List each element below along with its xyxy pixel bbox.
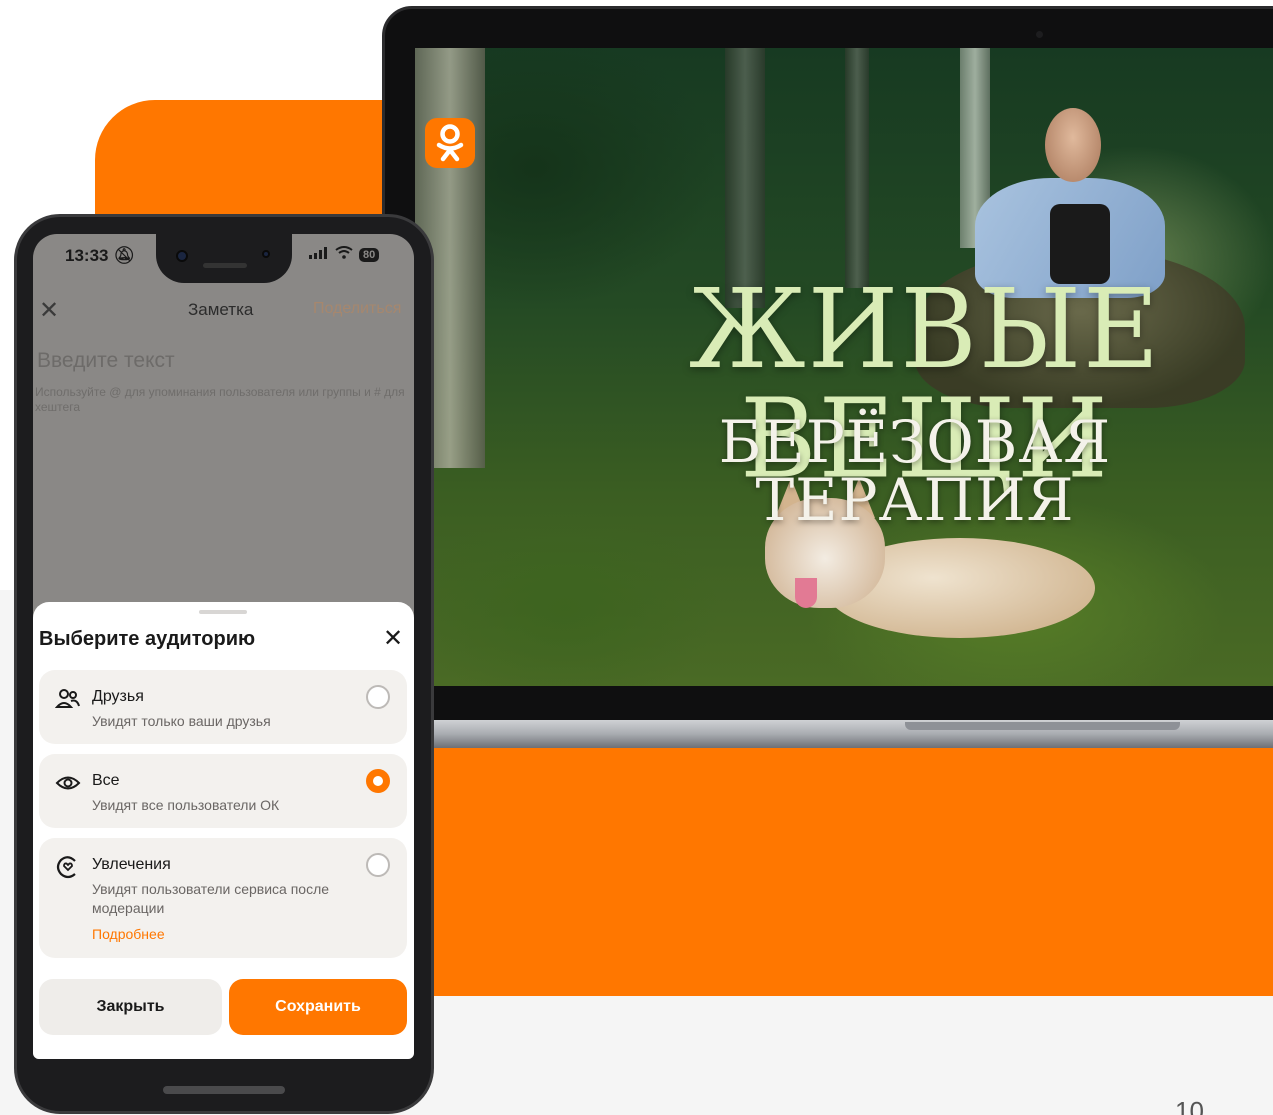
radio-button[interactable] [366,853,390,877]
note-title: Заметка [188,300,254,319]
laptop-screen-video[interactable]: ЖИВЫЕ ВЕЩИ БЕРЁЗОВАЯ ТЕРАПИЯ [415,48,1273,686]
note-text-input[interactable]: Введите текст [37,349,175,373]
front-sensor [262,250,270,258]
bell-off-icon: 🔕︎ [113,246,135,265]
note-header: ✕ Заметка Поделиться [33,296,414,326]
ok-logo-icon [425,118,475,168]
option-description: Увидят только ваши друзья [92,713,271,729]
option-label: Друзья [92,688,144,705]
phone-screen: 13:33 🔕︎ 80 ✕ Заметка Поделиться Введите… [33,234,414,1059]
page-number: 10 [1175,1096,1204,1115]
radio-button[interactable] [366,685,390,709]
audience-option-hobbies[interactable]: Увлечения Увидят пользователи сервиса по… [39,838,407,958]
tree-trunk [845,48,869,288]
audience-sheet: Выберите аудиторию ✕ Друзья Увидят тольк… [33,602,414,1059]
front-camera [176,250,188,262]
save-button[interactable]: Сохранить [229,979,407,1035]
audience-option-all[interactable]: Все Увидят все пользователи ОК [39,754,407,828]
status-time: 13:33 🔕︎ [65,246,135,265]
audience-option-friends[interactable]: Друзья Увидят только ваши друзья [39,670,407,744]
close-icon[interactable]: ✕ [39,296,59,325]
phone-home-bar [163,1086,285,1094]
sheet-grabber[interactable] [199,610,247,614]
option-label: Все [92,772,120,789]
status-icons: 80 [309,246,380,263]
option-description: Увидят все пользователи ОК [92,797,280,813]
laptop-notch [905,722,1180,730]
sheet-title: Выберите аудиторию [39,628,256,650]
friends-icon [54,686,81,712]
orange-accent-band [420,748,1273,996]
video-subtitle: БЕРЁЗОВАЯ ТЕРАПИЯ [718,408,1112,534]
wifi-icon [335,246,353,263]
share-button[interactable]: Поделиться [313,300,401,318]
battery-icon: 80 [359,247,380,262]
laptop-camera [1036,31,1043,38]
option-label: Увлечения [92,856,171,873]
phone-speaker [203,263,247,268]
close-button[interactable]: Закрыть [39,979,222,1035]
signal-icon [309,246,329,263]
hobby-icon [55,854,81,880]
close-icon[interactable]: ✕ [383,624,403,653]
note-hint: Используйте @ для упоминания пользовател… [35,385,405,414]
radio-button-selected[interactable] [366,769,390,793]
learn-more-link[interactable]: Подробнее [92,926,165,942]
option-description: Увидят пользователи сервиса после модера… [92,881,330,916]
eye-icon [55,770,81,796]
